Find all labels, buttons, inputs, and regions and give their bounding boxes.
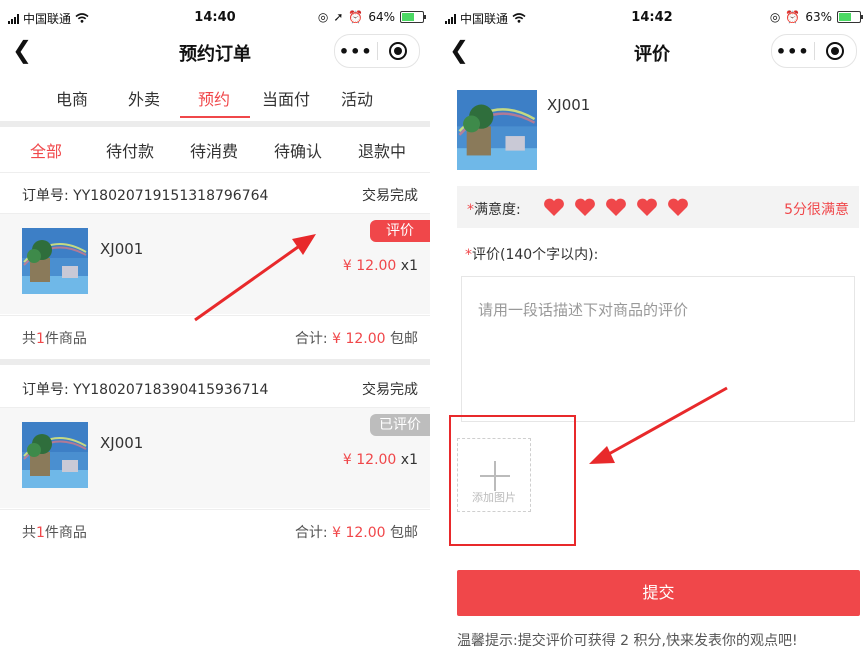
close-program-icon[interactable] xyxy=(814,42,856,60)
product-name: XJ001 xyxy=(100,434,144,452)
alarm-icon: ⏰ xyxy=(348,10,364,24)
mini-program-capsule: ••• xyxy=(771,34,857,68)
submit-button[interactable]: 提交 xyxy=(457,570,860,616)
review-textarea[interactable]: 请用一段话描述下对商品的评价 xyxy=(461,276,855,422)
tip-text: 温馨提示:提交评价可获得 2 积分,快来发表你的观点吧! xyxy=(457,633,798,649)
heart-icon[interactable] xyxy=(667,197,689,217)
tab-category[interactable]: 外卖 xyxy=(114,86,174,110)
order-card: 订单号: YY18020719151318796764 交易完成 XJ001 评… xyxy=(0,173,430,359)
tab-status-active[interactable]: 全部 xyxy=(10,138,82,162)
status-bar: 中国联通 14:40 ◎ ➚ ⏰ 64% xyxy=(0,8,430,28)
product-name: XJ001 xyxy=(547,96,591,114)
lock-rotation-icon: ◎ xyxy=(769,10,781,24)
close-program-icon[interactable] xyxy=(377,42,419,60)
more-icon[interactable]: ••• xyxy=(335,42,377,61)
order-card: 订单号: YY18020718390415936714 交易完成 XJ001 已… xyxy=(0,367,430,553)
order-price: ¥ 12.00 x1 xyxy=(343,452,418,468)
rating-hearts xyxy=(543,197,689,217)
location-icon: ➚ xyxy=(333,10,344,24)
heart-icon[interactable] xyxy=(543,197,565,217)
divider xyxy=(0,359,430,365)
annotation-highlight-box xyxy=(449,415,576,546)
order-number: 订单号: YY18020719151318796764 xyxy=(22,188,269,204)
order-list-screen: 中国联通 14:40 ◎ ➚ ⏰ 64% ❮ 预约订单 ••• 电商 外卖 预约… xyxy=(0,0,430,655)
order-total: 合计: ¥ 12.00 包邮 xyxy=(294,525,418,541)
order-price: ¥ 12.00 x1 xyxy=(343,258,418,274)
order-item[interactable]: XJ001 评价 ¥ 12.00 x1 xyxy=(0,214,430,314)
order-number: 订单号: YY18020718390415936714 xyxy=(22,382,269,398)
reviewed-badge: 已评价 xyxy=(370,414,430,436)
alarm-icon: ⏰ xyxy=(785,10,801,24)
battery-icon xyxy=(837,11,863,23)
battery-percent: 64% xyxy=(368,10,395,24)
review-placeholder: 请用一段话描述下对商品的评价 xyxy=(478,301,689,319)
heart-icon[interactable] xyxy=(574,197,596,217)
tab-category[interactable]: 电商 xyxy=(42,86,102,110)
product-thumbnail xyxy=(457,90,537,170)
satisfaction-label: *满意度: xyxy=(467,202,521,218)
review-button[interactable]: 评价 xyxy=(370,220,430,242)
battery-percent: 63% xyxy=(805,10,832,24)
tab-status[interactable]: 退款中 xyxy=(346,138,418,162)
item-count: 共1件商品 xyxy=(22,525,87,541)
status-tabs: 全部 待付款 待消费 待确认 退款中 xyxy=(0,128,430,173)
nav-bar: ❮ 预约订单 ••• xyxy=(0,32,430,72)
heart-icon[interactable] xyxy=(636,197,658,217)
order-total: 合计: ¥ 12.00 包邮 xyxy=(294,331,418,347)
order-item[interactable]: XJ001 已评价 ¥ 12.00 x1 xyxy=(0,408,430,508)
satisfaction-row: *满意度: 5分很满意 xyxy=(457,186,859,228)
divider xyxy=(0,121,430,127)
tab-category-active[interactable]: 预约 xyxy=(184,86,244,110)
review-label: *评价(140个字以内): xyxy=(465,247,599,263)
nav-bar: ❮ 评价 ••• xyxy=(437,32,867,72)
review-screen: 中国联通 14:42 ◎ ⏰ 63% ❮ 评价 ••• XJ001 *满意度: … xyxy=(437,0,867,655)
tab-status[interactable]: 待付款 xyxy=(94,138,166,162)
mini-program-capsule: ••• xyxy=(334,34,420,68)
item-quantity: x1 xyxy=(400,452,418,468)
heart-icon[interactable] xyxy=(605,197,627,217)
item-price: ¥ 12.00 xyxy=(342,258,397,274)
tab-category[interactable]: 活动 xyxy=(327,86,387,110)
battery-icon xyxy=(400,11,426,23)
status-bar: 中国联通 14:42 ◎ ⏰ 63% xyxy=(437,8,867,28)
product-name: XJ001 xyxy=(100,240,144,258)
rating-text: 5分很满意 xyxy=(784,202,849,218)
tab-category[interactable]: 当面付 xyxy=(256,86,316,110)
category-tabs: 电商 外卖 预约 当面付 活动 xyxy=(0,80,430,120)
tab-status[interactable]: 待确认 xyxy=(262,138,334,162)
tab-status[interactable]: 待消费 xyxy=(178,138,250,162)
order-status: 交易完成 xyxy=(362,382,418,398)
item-price: ¥ 12.00 xyxy=(342,452,397,468)
order-status: 交易完成 xyxy=(362,188,418,204)
lock-rotation-icon: ◎ xyxy=(317,10,329,24)
active-tab-indicator xyxy=(180,116,250,118)
item-quantity: x1 xyxy=(400,258,418,274)
product-thumbnail xyxy=(22,228,88,294)
item-count: 共1件商品 xyxy=(22,331,87,347)
product-thumbnail xyxy=(22,422,88,488)
more-icon[interactable]: ••• xyxy=(772,42,814,61)
